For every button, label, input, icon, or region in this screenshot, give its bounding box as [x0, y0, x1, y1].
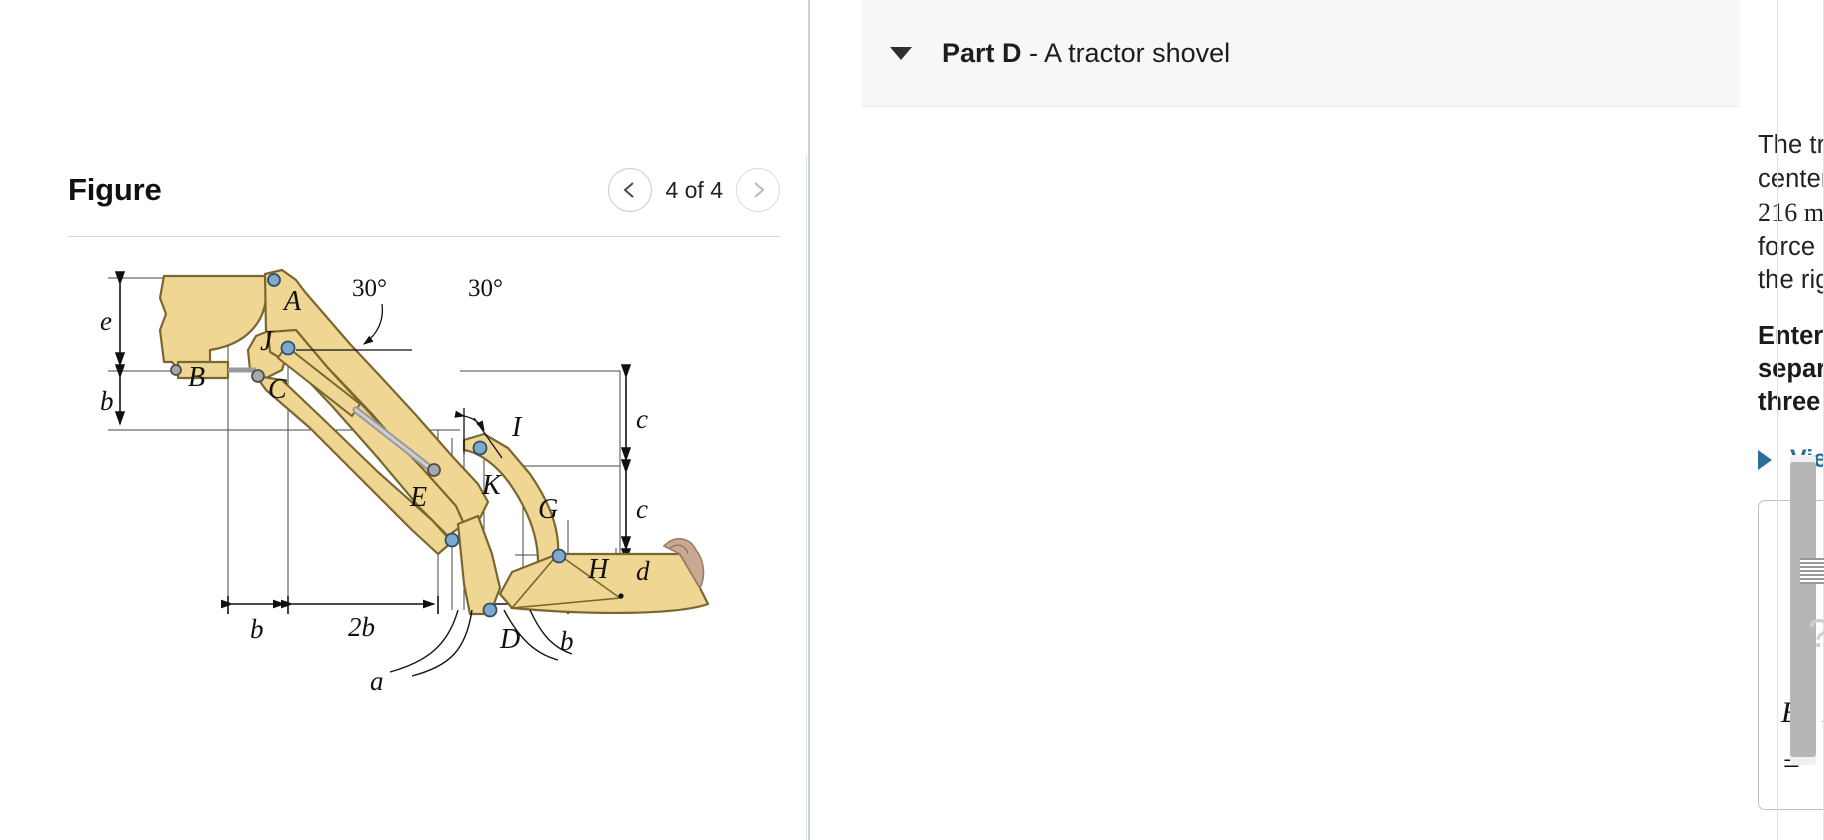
svg-text:I: I: [511, 412, 523, 443]
svg-text:30°: 30°: [352, 275, 387, 302]
svg-text:e: e: [100, 306, 112, 336]
svg-text:d: d: [636, 556, 650, 586]
page-title: Figure: [68, 172, 162, 207]
figure-pager: 4 of 4: [608, 168, 780, 212]
instruction-seg-2: separated by a comma. Express your answe…: [1758, 355, 1824, 416]
svg-text:C: C: [268, 374, 287, 405]
svg-text:H: H: [587, 554, 610, 585]
instruction-seg-1: Enter the Cartesian components of the re…: [1758, 322, 1824, 350]
figure-header: Figure 4 of 4: [68, 168, 780, 212]
svg-text:30°: 30°: [468, 275, 503, 302]
prev-figure-button[interactable]: [608, 168, 653, 212]
resize-grip-icon[interactable]: [1800, 558, 1824, 584]
chevron-left-icon: [623, 182, 635, 198]
svg-text:b: b: [250, 614, 264, 644]
svg-text:2b: 2b: [348, 612, 375, 642]
page-root: Figure 4 of 4 A B C D E G H I J K 30° 30…: [0, 0, 1824, 840]
caret-down-icon[interactable]: [890, 46, 912, 60]
svg-text:b: b: [560, 626, 574, 656]
svg-text:b: b: [100, 386, 114, 416]
figure-panel: Figure 4 of 4 A B C D E G H I J K 30° 30…: [0, 0, 810, 840]
svg-text:B: B: [188, 362, 205, 393]
answer-instruction: Enter the Cartesian components of the re…: [1758, 319, 1824, 419]
part-label: Part D: [942, 37, 1022, 68]
svg-text:c: c: [636, 494, 648, 524]
right-rule-1: [1777, 0, 1778, 840]
part-title: Part D - A tractor shovel: [942, 38, 1230, 69]
figure-image: A B C D E G H I J K 30° 30° e b c c d b …: [60, 258, 780, 728]
figure-page-indicator: 4 of 4: [665, 176, 723, 203]
next-figure-button[interactable]: [736, 168, 780, 212]
vertical-scrollbar-thumb[interactable]: [1790, 462, 1816, 757]
part-separator: -: [1021, 37, 1045, 68]
problem-panel: Part D - A tractor shovel The tractor sh…: [810, 0, 1824, 840]
statement-seg-1: The tractor shovel shown (: [1758, 131, 1824, 159]
svg-text:J: J: [260, 326, 274, 357]
svg-text:c: c: [636, 404, 648, 434]
svg-text:D: D: [499, 624, 520, 655]
svg-text:E: E: [409, 482, 427, 513]
help-question-icon[interactable]: ?: [1808, 612, 1824, 657]
caret-right-icon: [1758, 449, 1772, 470]
svg-text:G: G: [538, 494, 558, 525]
problem-statement: The tractor shovel shown (Figure 4) carr…: [1758, 128, 1824, 297]
svg-text:A: A: [282, 286, 302, 317]
svg-text:K: K: [481, 470, 502, 501]
panel-inner-divider: [806, 155, 807, 840]
chevron-right-icon: [754, 182, 765, 198]
svg-text:a: a: [370, 666, 384, 696]
figure-divider: [68, 236, 780, 237]
part-header[interactable]: Part D - A tractor shovel: [862, 0, 1740, 107]
tractor-shovel-diagram: A B C D E G H I J K 30° 30° e b c c d b …: [100, 268, 710, 696]
part-name: A tractor shovel: [1044, 37, 1231, 68]
